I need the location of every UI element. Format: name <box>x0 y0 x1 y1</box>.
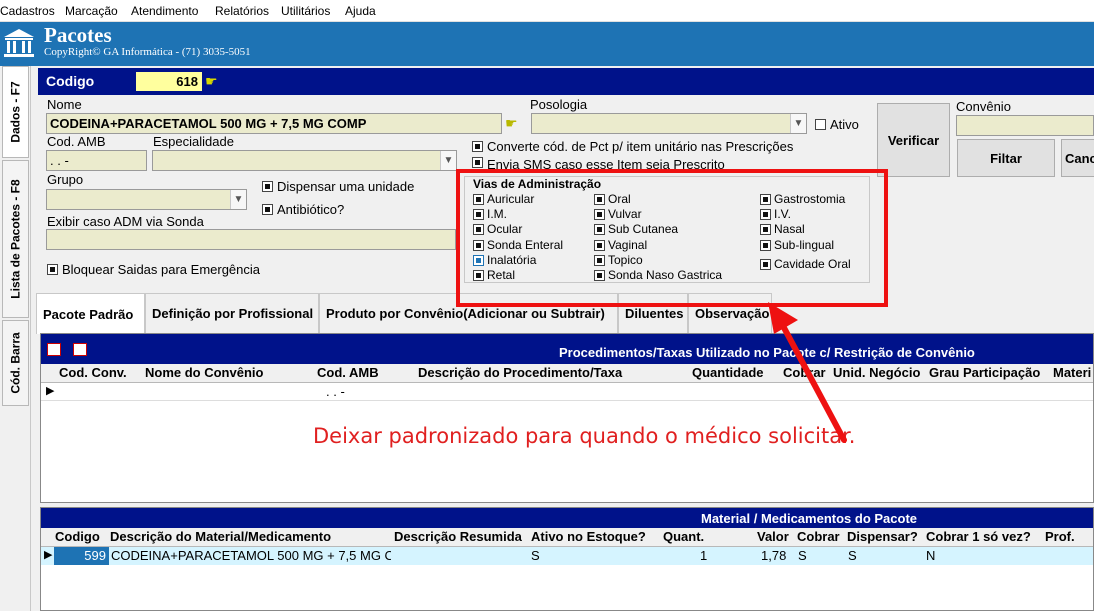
material-title: Material / Medicamentos do Pacote <box>701 511 918 526</box>
cod-amb-field[interactable]: . . - <box>46 150 147 171</box>
chevron-down-icon[interactable]: ▼ <box>790 114 806 133</box>
grupo-select[interactable]: ▼ <box>46 189 247 210</box>
material-codigo-cell[interactable]: 599 <box>54 547 109 565</box>
menu-relatorios[interactable]: Relatórios <box>215 4 269 18</box>
checkbox-icon[interactable] <box>815 119 826 130</box>
delete-record-icon[interactable] <box>73 343 87 356</box>
material-cobrar-vez-cell[interactable]: N <box>926 548 935 563</box>
menu-atendimento[interactable]: Atendimento <box>131 4 198 18</box>
menu-cadastros[interactable]: Cadastros <box>0 4 55 18</box>
pointer-hand-icon[interactable]: ☛ <box>205 73 218 90</box>
chevron-down-icon[interactable]: ▼ <box>440 151 456 170</box>
annotation-arrow-icon <box>768 302 847 443</box>
table-row[interactable]: ▶ . . - <box>41 383 1093 401</box>
procedimentos-column-header: Cod. Conv. Nome do Convênio Cod. AMB Des… <box>41 364 1093 383</box>
side-tab-dados[interactable]: Dados - F7 <box>2 66 29 158</box>
filtar-button[interactable]: Filtar <box>957 139 1055 177</box>
exibir-field[interactable] <box>46 229 456 250</box>
side-tab-cod-barra[interactable]: Cód. Barra <box>2 320 29 406</box>
convenio-label: Convênio <box>956 99 1011 114</box>
copyright-text: CopyRight© GA Informática - (71) 3035-50… <box>44 46 251 58</box>
cancel-button[interactable]: Canc <box>1061 139 1094 177</box>
grupo-label: Grupo <box>47 172 84 187</box>
material-quant-cell[interactable]: 1 <box>700 548 707 563</box>
menu-ajuda[interactable]: Ajuda <box>345 4 376 18</box>
side-tab-strip: Dados - F7 Lista de Pacotes - F8 Cód. Ba… <box>0 66 31 611</box>
window-title: Pacotes <box>44 23 112 47</box>
menu-utilitarios[interactable]: Utilitários <box>281 4 330 18</box>
convenio-field[interactable] <box>956 115 1094 136</box>
pointer-hand-icon[interactable]: ☛ <box>505 115 518 132</box>
material-descricao-cell[interactable]: CODEINA+PARACETAMOL 500 MG + 7,5 MG C <box>111 548 391 563</box>
codigo-field[interactable]: 618 <box>136 72 202 91</box>
material-ativo-cell[interactable]: S <box>531 548 540 563</box>
row-pointer-icon: ▶ <box>44 549 53 561</box>
especialidade-label: Especialidade <box>153 134 234 149</box>
ativo-checkbox[interactable]: Ativo <box>815 117 859 132</box>
cod-amb-cell[interactable]: . . - <box>326 384 345 399</box>
table-row[interactable]: ▶ 599 CODEINA+PARACETAMOL 500 MG + 7,5 M… <box>41 547 1093 565</box>
menu-marcacao[interactable]: Marcação <box>65 4 118 18</box>
codigo-bar: Codigo 618 ☛ <box>38 68 1094 95</box>
material-grid: Material / Medicamentos do Pacote Codigo… <box>40 507 1094 611</box>
chevron-down-icon[interactable]: ▼ <box>230 190 246 209</box>
especialidade-select[interactable]: ▼ <box>152 150 457 171</box>
codigo-label: Codigo <box>46 73 95 89</box>
material-valor-cell[interactable]: 1,78 <box>761 548 786 563</box>
verificar-button[interactable]: Verificar <box>877 103 950 177</box>
procedimentos-grid: Procedimentos/Taxas Utilizado no Pacote … <box>40 333 1094 503</box>
tab-definicao-profissional[interactable]: Definição por Profissional <box>145 293 319 333</box>
tab-pacote-padrao[interactable]: Pacote Padrão <box>36 293 145 334</box>
exibir-label: Exibir caso ADM via Sonda <box>47 214 204 229</box>
envia-sms-checkbox[interactable]: Envia SMS caso esse Item seja Prescrito <box>472 157 725 169</box>
converte-checkbox[interactable]: Converte cód. de Pct p/ item unitário na… <box>472 139 793 154</box>
nome-field[interactable]: CODEINA+PARACETAMOL 500 MG + 7,5 MG COMP <box>46 113 502 134</box>
material-column-header: Codigo Descrição do Material/Medicamento… <box>41 528 1093 547</box>
checkbox-icon[interactable] <box>472 141 483 152</box>
antibiotico-checkbox[interactable]: Antibiótico? <box>262 202 344 217</box>
material-dispensar-cell[interactable]: S <box>848 548 857 563</box>
checkbox-icon[interactable] <box>47 264 58 275</box>
cod-amb-label: Cod. AMB <box>47 134 106 149</box>
nome-label: Nome <box>47 97 82 112</box>
checkbox-icon[interactable] <box>262 204 273 215</box>
menu-bar: Cadastros Marcação Atendimento Relatório… <box>0 0 1094 22</box>
material-cobrar-cell[interactable]: S <box>798 548 807 563</box>
material-header-bar: Material / Medicamentos do Pacote <box>41 508 1093 528</box>
posologia-label: Posologia <box>530 97 588 112</box>
building-icon <box>4 29 34 57</box>
checkbox-icon[interactable] <box>472 157 483 168</box>
dispensar-checkbox[interactable]: Dispensar uma unidade <box>262 179 414 194</box>
side-tab-lista-pacotes[interactable]: Lista de Pacotes - F8 <box>2 160 29 318</box>
add-record-icon[interactable] <box>47 343 61 356</box>
posologia-select[interactable]: ▼ <box>531 113 807 134</box>
procedimentos-header-bar: Procedimentos/Taxas Utilizado no Pacote … <box>41 334 1093 364</box>
row-pointer-icon: ▶ <box>46 385 55 397</box>
annotation-highlight-box <box>456 169 888 307</box>
checkbox-icon[interactable] <box>262 181 273 192</box>
window-title-bar: Pacotes CopyRight© GA Informática - (71)… <box>0 22 1094 66</box>
bloquear-checkbox[interactable]: Bloquear Saidas para Emergência <box>47 262 260 277</box>
